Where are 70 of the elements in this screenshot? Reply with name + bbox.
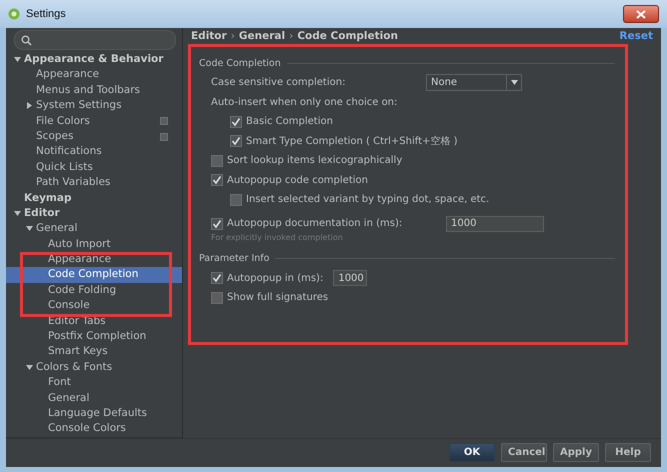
tree-item[interactable]: Language Defaults [6,406,182,422]
tree-item[interactable]: Editor [6,206,182,222]
expanded-arrow-icon[interactable] [14,210,21,218]
tree-item[interactable]: Smart Keys [6,344,182,360]
tree-item[interactable]: File Colors [6,114,182,129]
checkbox-label: Autopopup in (ms): [227,272,324,284]
caret-icon [510,80,518,86]
number-field[interactable]: 1000 [446,216,544,232]
window-title: Settings [26,8,66,20]
app-icon [8,8,20,20]
breadcrumb-item: Code Completion [297,30,398,42]
tree-item[interactable]: General [6,221,182,237]
checkbox-label: Smart Type Completion ( Ctrl+Shift+空格 ) [246,134,458,148]
checkbox-label: Sort lookup items lexicographically [227,155,402,166]
checkbox[interactable] [230,194,242,206]
breadcrumb-separator: › [230,30,235,42]
dialog-button[interactable]: Help [605,443,651,462]
checkbox-label: Show full signatures [227,292,328,304]
checkbox-label: Autopopup code completion [227,174,368,186]
search-field[interactable] [14,30,176,50]
checkbox[interactable] [211,174,223,186]
tree-item[interactable]: Scopes [6,128,182,144]
dialog-button[interactable]: OK [449,443,495,462]
checkbox-label: Basic Completion [246,116,333,128]
checkbox[interactable] [230,135,242,148]
tree-item[interactable]: Appearance [6,252,182,268]
number-field[interactable]: 1000 [333,270,368,286]
collapsed-arrow-icon[interactable] [26,102,33,110]
tree-item[interactable]: Auto Import [6,236,182,252]
hint-text: For explicitly invoked completion [211,232,344,242]
tree-item[interactable]: Menus and Toolbars [6,82,182,98]
tree-item[interactable]: Code Folding [6,282,182,298]
checkbox-label: Insert selected variant by typing dot, space, etc. [246,194,490,206]
expanded-arrow-icon[interactable] [26,364,33,371]
expanded-arrow-icon[interactable] [14,56,21,64]
tree-item[interactable]: Path Variables [6,175,182,191]
checkbox[interactable] [211,218,223,230]
tree-item[interactable]: Appearance [6,67,182,83]
breadcrumb-item: Editor [191,30,227,42]
breadcrumb-separator: › [289,30,294,42]
tree-item[interactable]: System Settings [6,98,182,114]
tree-item[interactable]: Console Colors [6,421,182,437]
tree-item[interactable]: Font [6,375,182,391]
dialog-button[interactable]: Apply [553,443,599,462]
tree-item[interactable]: Notifications [6,144,182,160]
checkbox-label: Autopopup documentation in (ms): [227,218,404,229]
tree-item[interactable]: Colors & Fonts [6,360,182,376]
close-button[interactable] [623,5,659,23]
setting-label: Auto-insert when only one choice on: [211,96,398,108]
reset-link[interactable]: Reset [619,30,653,42]
tree-item[interactable]: General [6,390,182,406]
search-icon [21,34,32,46]
expanded-arrow-icon[interactable] [26,225,33,232]
checkbox[interactable] [211,154,223,167]
group-title: Parameter Info [199,253,270,264]
tree-item[interactable]: Code Completion [6,267,182,283]
dropdown[interactable]: None [426,74,522,92]
checkbox[interactable] [211,292,223,304]
breadcrumb-item: General [238,30,286,42]
close-icon [636,10,646,18]
dialog-button[interactable]: Cancel [501,443,547,462]
setting-label: Case sensitive completion: [211,77,346,88]
tree-item[interactable]: Appearance & Behavior [6,52,182,68]
tree-item[interactable]: Postfix Completion [6,329,182,344]
checkbox[interactable] [211,272,223,284]
tree-item[interactable]: Keymap [6,190,182,206]
checkbox[interactable] [230,116,242,128]
tree-item[interactable]: Quick Lists [6,160,182,176]
group-title: Code Completion [199,58,281,68]
tree-item[interactable]: Console [6,298,182,314]
